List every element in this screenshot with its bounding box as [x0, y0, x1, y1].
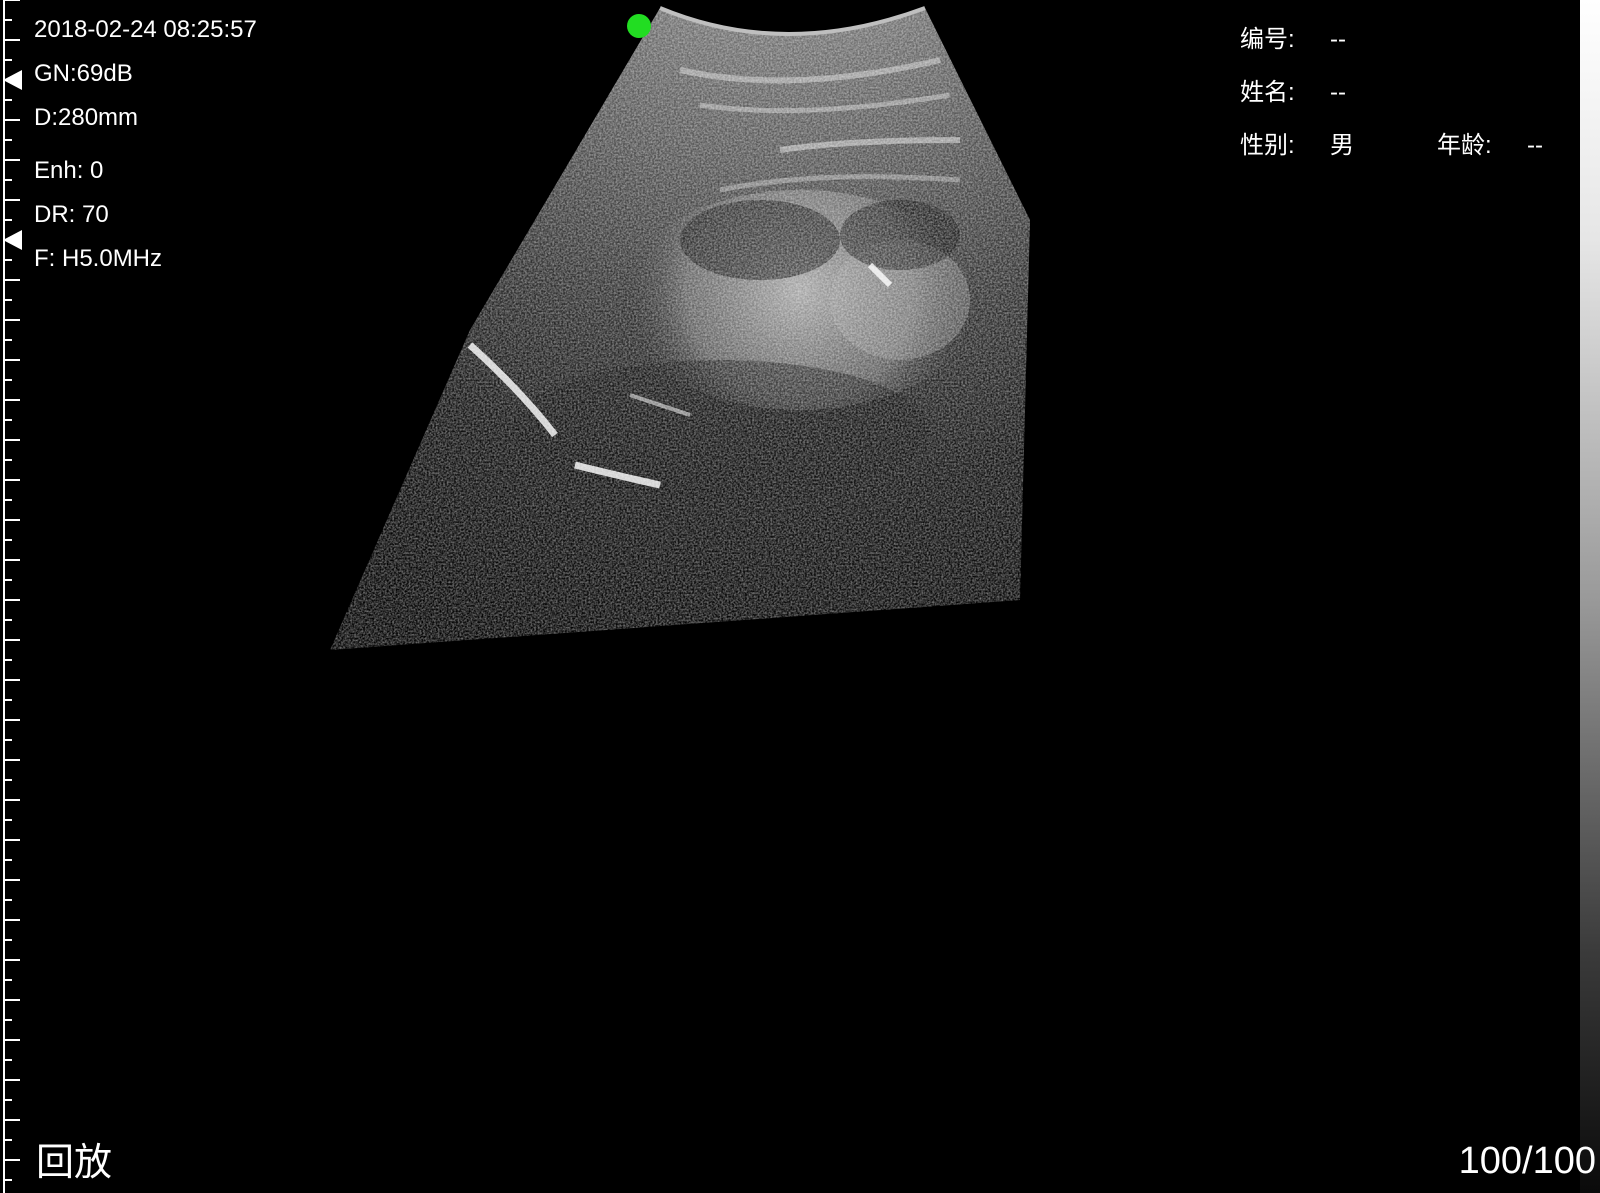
patient-sex-value: 男	[1330, 132, 1354, 159]
patient-id-value: --	[1330, 26, 1346, 53]
patient-age-label: 年龄:	[1437, 132, 1492, 159]
patient-age-value: --	[1527, 132, 1543, 159]
playback-mode-label[interactable]: 回放	[36, 1141, 112, 1185]
enhancement-label: Enh: 0	[34, 157, 104, 184]
focus-triangle-icon[interactable]	[3, 70, 22, 90]
grayscale-bar	[1580, 0, 1600, 1193]
datetime-label: 2018-02-24 08:25:57	[34, 16, 257, 43]
depth-ruler	[3, 0, 22, 1193]
gain-label: GN:69dB	[34, 60, 133, 87]
patient-sex-label: 性别:	[1240, 132, 1295, 159]
ultrasound-image	[330, 6, 1030, 650]
patient-name-label: 姓名:	[1240, 79, 1295, 106]
frame-counter: 100/100	[1458, 1140, 1596, 1182]
patient-name-value: --	[1330, 79, 1346, 106]
focus-triangle-icon[interactable]	[3, 230, 22, 250]
probe-orientation-dot	[627, 14, 651, 38]
frequency-label: F: H5.0MHz	[34, 245, 163, 272]
depth-label: D:280mm	[34, 104, 139, 131]
patient-id-label: 编号:	[1240, 26, 1295, 53]
dynamic-range-label: DR: 70	[34, 201, 109, 228]
